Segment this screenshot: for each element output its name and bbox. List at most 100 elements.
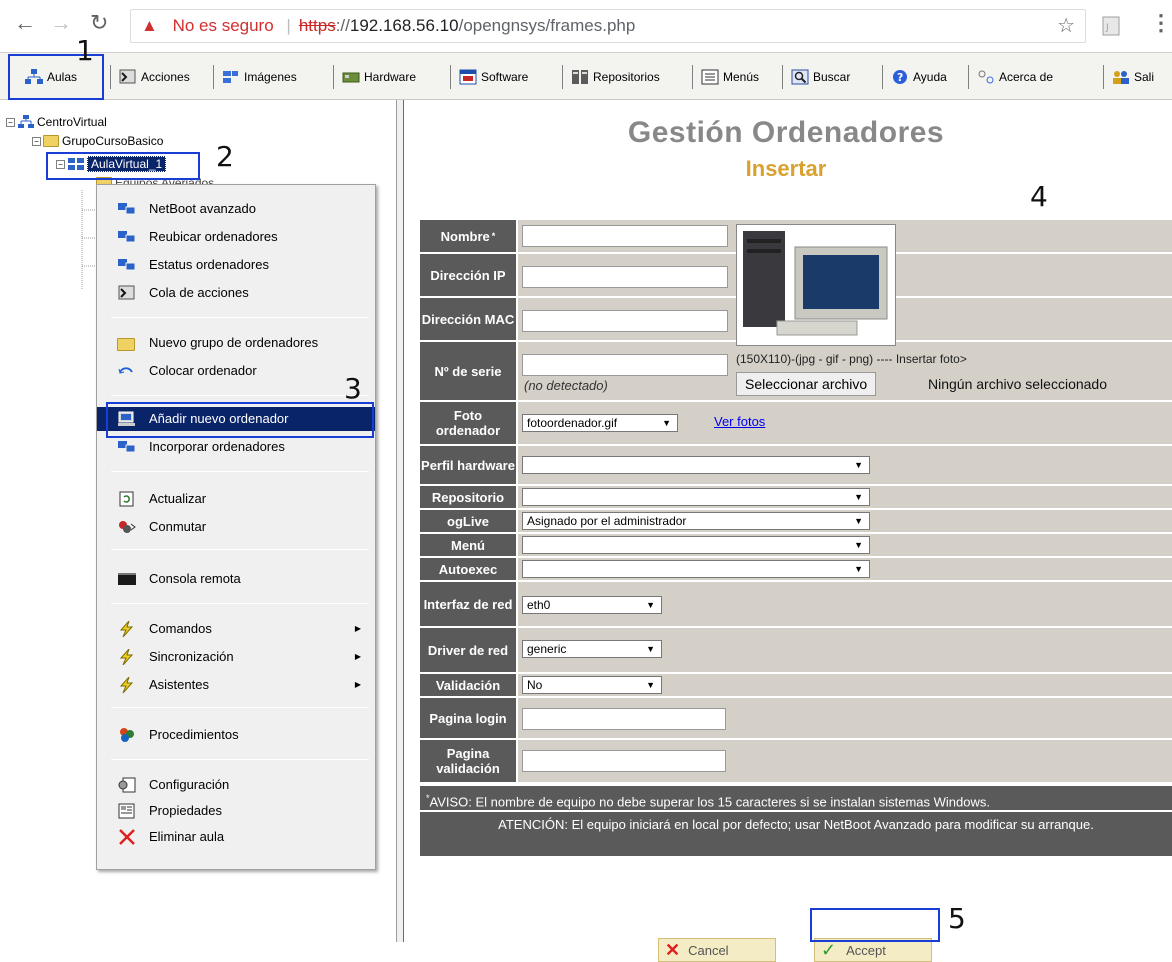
- label-nombre: Nombre *: [420, 220, 516, 252]
- ip-input[interactable]: [522, 266, 728, 288]
- computers-icon: [118, 231, 136, 243]
- perfil-hardware-select[interactable]: ▼: [522, 456, 870, 474]
- toolbar-repositorios[interactable]: Repositorios: [570, 66, 660, 88]
- context-menu: NetBoot avanzado Reubicar ordenadores Es…: [96, 184, 376, 870]
- toolbar-imagenes[interactable]: Imágenes: [221, 66, 297, 88]
- oglive-select[interactable]: Asignado por el administrador ▼: [522, 512, 870, 530]
- menu-item-netboot[interactable]: NetBoot avanzado: [97, 197, 375, 221]
- terminal-icon: [118, 573, 136, 585]
- tree-label: GrupoCursoBasico: [62, 134, 164, 148]
- url-scheme: https: [298, 16, 336, 35]
- cancel-x-icon: ✕: [665, 939, 681, 960]
- reload-icon[interactable]: ↻: [90, 12, 108, 34]
- computers-icon: [118, 203, 136, 215]
- serie-input[interactable]: [522, 354, 728, 376]
- menu-item-asistentes[interactable]: Asistentes ▶: [97, 673, 375, 697]
- photo-hint: (150X110)-(jpg - gif - png) ---- Inserta…: [736, 352, 967, 366]
- nombre-input[interactable]: [522, 225, 728, 247]
- frame-splitter[interactable]: [396, 100, 404, 942]
- toolbar-salir[interactable]: Sali: [1111, 66, 1154, 88]
- content-frame: Gestión Ordenadores Insertar Nombre * Dir…: [404, 100, 1172, 962]
- menu-item-conmutar[interactable]: Conmutar: [97, 515, 375, 539]
- driver-select[interactable]: generic ▼: [522, 640, 662, 658]
- switch-icon: [119, 521, 136, 533]
- toolbar-label: Buscar: [813, 70, 851, 84]
- serie-note: (no detectado): [524, 378, 608, 393]
- repositorio-select[interactable]: ▼: [522, 488, 870, 506]
- warning-icon: ▲: [141, 16, 158, 35]
- menu-item-nuevo-grupo[interactable]: Nuevo grupo de ordenadores: [97, 331, 375, 355]
- foto-select[interactable]: fotoordenador.gif ▼: [522, 414, 678, 432]
- menu-item-reubicar[interactable]: Reubicar ordenadores: [97, 225, 375, 249]
- notice-banner: *AVISO: El nombre de equipo no debe supe…: [420, 786, 1172, 810]
- page-title: Gestión Ordenadores: [627, 116, 945, 149]
- annotation-number-3: 3: [344, 372, 362, 405]
- toolbar-label: Imágenes: [244, 70, 297, 84]
- search-icon: [791, 69, 809, 85]
- label-mac: Dirección MAC: [420, 298, 516, 340]
- about-icon: [978, 70, 994, 84]
- pagina-login-input[interactable]: [522, 708, 726, 730]
- toolbar-label: Acciones: [141, 70, 190, 84]
- select-file-button[interactable]: Seleccionar archivo: [736, 372, 877, 396]
- repositories-icon: [572, 70, 588, 84]
- tree-node-centro[interactable]: − CentroVirtual: [6, 114, 107, 130]
- submenu-arrow-icon: ▶: [354, 652, 361, 661]
- menu-item-estatus[interactable]: Estatus ordenadores: [97, 253, 375, 277]
- menu-item-consola[interactable]: Consola remota: [97, 567, 375, 591]
- toolbar-label: Acerca de: [999, 70, 1054, 84]
- validacion-select[interactable]: No ▼: [522, 676, 662, 694]
- dropdown-arrow-icon: ▼: [854, 492, 863, 502]
- annotation-number-5: 5: [948, 902, 966, 935]
- computers-icon: [118, 441, 136, 453]
- actions-queue-icon: [118, 285, 135, 300]
- mac-input[interactable]: [522, 310, 728, 332]
- submenu-arrow-icon: ▶: [354, 624, 361, 633]
- menu-item-eliminar[interactable]: Eliminar aula: [97, 825, 375, 849]
- label-perfil: Perfil hardware: [420, 446, 516, 484]
- svg-text:?: ?: [897, 71, 903, 84]
- menu-item-comandos[interactable]: Comandos ▶: [97, 617, 375, 641]
- pdf-extension-icon[interactable]: J: [1100, 15, 1122, 37]
- toolbar-software[interactable]: Software: [458, 66, 528, 88]
- menu-item-incorporar[interactable]: Incorporar ordenadores: [97, 435, 375, 459]
- toolbar-ayuda[interactable]: ? Ayuda: [890, 66, 947, 88]
- lightning-icon: [119, 621, 134, 637]
- ver-fotos-link[interactable]: Ver fotos: [714, 414, 765, 429]
- label-serie: Nº de serie: [420, 342, 516, 400]
- menu-select[interactable]: ▼: [522, 536, 870, 554]
- lightning-icon: [119, 677, 134, 693]
- browser-menu-icon[interactable]: ⋮: [1150, 12, 1172, 34]
- forward-icon[interactable]: →: [50, 12, 72, 34]
- toolbar-buscar[interactable]: Buscar: [790, 66, 850, 88]
- toolbar-menus[interactable]: Menús: [700, 66, 759, 88]
- label-driver: Driver de red: [420, 628, 516, 672]
- pagina-validacion-input[interactable]: [522, 750, 726, 772]
- toolbar-label: Ayuda: [913, 70, 947, 84]
- menu-item-procedimientos[interactable]: Procedimientos: [97, 723, 375, 747]
- address-bar[interactable]: ▲ No es seguro | https://192.168.56.10/op…: [130, 9, 1086, 43]
- bookmark-star-icon[interactable]: ☆: [1057, 10, 1075, 42]
- menu-item-sincronizacion[interactable]: Sincronización ▶: [97, 645, 375, 669]
- toolbar-hardware[interactable]: Hardware: [341, 66, 416, 88]
- toolbar-label: Software: [481, 70, 529, 84]
- menu-item-colocar[interactable]: Colocar ordenador: [97, 359, 375, 383]
- interfaz-select[interactable]: eth0 ▼: [522, 596, 662, 614]
- toolbar-acerca-de[interactable]: Acerca de: [976, 66, 1053, 88]
- help-icon: ?: [893, 70, 907, 84]
- label-oglive: ogLive: [420, 510, 516, 532]
- label-autoexec: Autoexec: [420, 558, 516, 580]
- autoexec-select[interactable]: ▼: [522, 560, 870, 578]
- submenu-arrow-icon: ▶: [354, 680, 361, 689]
- menu-item-actualizar[interactable]: Actualizar: [97, 487, 375, 511]
- back-icon[interactable]: ←: [14, 12, 36, 34]
- browser-bar: ← → ↻ ▲ No es seguro | https://192.168.56…: [0, 0, 1172, 52]
- svg-text:J: J: [1105, 23, 1109, 33]
- menu-item-configuracion[interactable]: Configuración: [97, 773, 375, 797]
- menu-item-propiedades[interactable]: Propiedades: [97, 799, 375, 823]
- toolbar-label: Repositorios: [593, 70, 660, 84]
- toolbar-acciones[interactable]: Acciones: [118, 66, 190, 88]
- tree-node-grupo[interactable]: − GrupoCursoBasico: [32, 134, 163, 148]
- toolbar-label: Sali: [1134, 70, 1155, 84]
- menu-item-cola[interactable]: Cola de acciones: [97, 281, 375, 305]
